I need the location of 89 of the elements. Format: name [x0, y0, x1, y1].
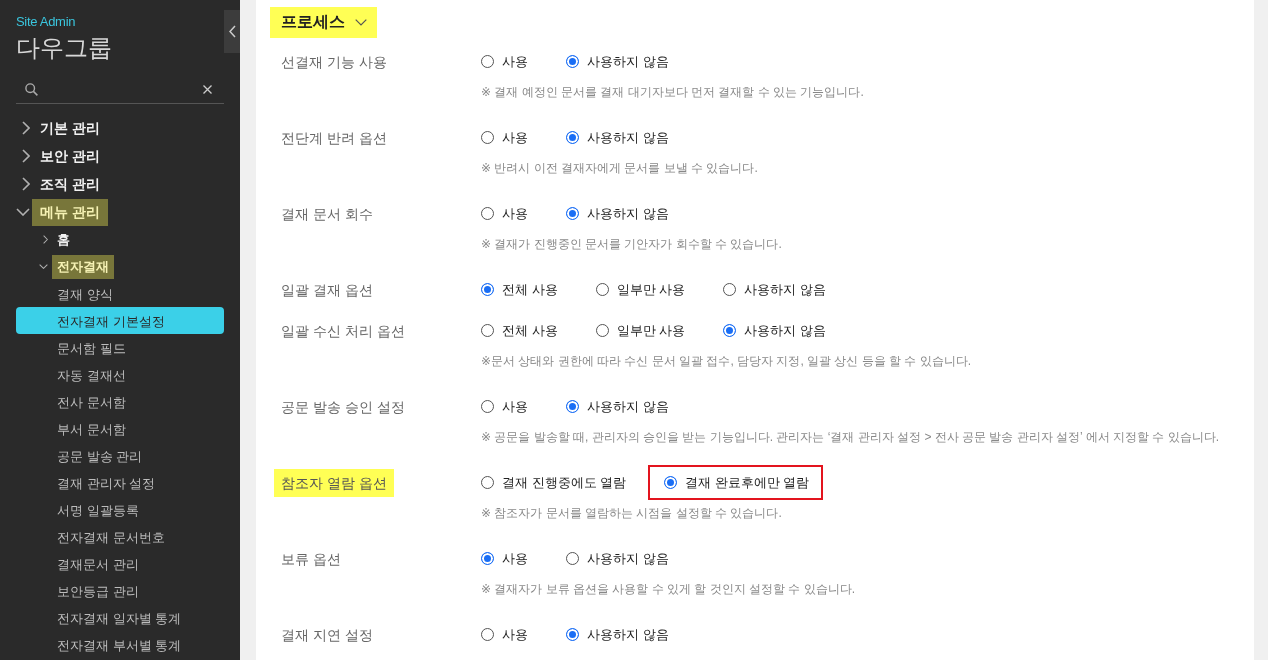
- sidebar-title: 다우그룹: [16, 33, 112, 63]
- radio-icon[interactable]: [595, 324, 609, 337]
- radio-icon[interactable]: [481, 207, 494, 220]
- setting-label: 결재 지연 설정: [280, 625, 374, 645]
- radio-option[interactable]: 전체 사용: [465, 313, 572, 348]
- radio-icon[interactable]: [481, 283, 494, 296]
- tree-item[interactable]: 전사 문서함: [16, 388, 224, 415]
- tree-item[interactable]: 보안 관리: [32, 142, 108, 170]
- radio-icon[interactable]: [595, 283, 609, 296]
- tree-item[interactable]: 공문 발송 관리: [16, 442, 224, 469]
- radio-icon[interactable]: [723, 283, 737, 296]
- section-header[interactable]: 프로세스: [270, 7, 377, 38]
- tree-item[interactable]: 결재 관리자 설정: [16, 469, 224, 496]
- chevron-down-icon[interactable]: [39, 264, 48, 269]
- setting-label: 일괄 수신 처리 옵션: [280, 321, 406, 341]
- radio-option[interactable]: 사용하지 않음: [550, 617, 683, 652]
- radio-option[interactable]: 사용: [465, 389, 542, 424]
- tree-item[interactable]: 문서함 필드: [16, 334, 224, 361]
- chevron-down-icon[interactable]: [16, 208, 30, 216]
- sidebar-subtitle: Site Admin: [16, 14, 76, 30]
- radio-option[interactable]: 사용: [465, 120, 542, 155]
- search-icon[interactable]: [25, 83, 38, 96]
- collapse-button[interactable]: [224, 10, 240, 53]
- tree-item[interactable]: 전자결재 일자별 통계: [16, 604, 224, 631]
- radio-option[interactable]: 사용하지 않음: [707, 313, 840, 348]
- tree-item[interactable]: 전자결재 기본설정: [16, 307, 224, 334]
- radio-option[interactable]: 사용하지 않음: [550, 44, 683, 79]
- tree-item[interactable]: 홈: [52, 227, 75, 252]
- radio-icon[interactable]: [481, 628, 494, 641]
- setting-label: 공문 발송 승인 설정: [280, 397, 406, 417]
- radio-option[interactable]: 사용하지 않음: [550, 541, 683, 576]
- radio-option[interactable]: 일부만 사용: [579, 313, 700, 348]
- chevron-right-icon[interactable]: [43, 235, 48, 244]
- tree-item[interactable]: 전자결재 부서별 통계: [16, 631, 224, 658]
- help-note: ※ 결재자가 보류 옵션을 사용할 수 있게 할 것인지 설정할 수 있습니다.: [481, 581, 857, 598]
- radio-icon[interactable]: [566, 55, 579, 68]
- chevron-left-icon: [228, 25, 236, 38]
- chevron-right-icon[interactable]: [22, 177, 30, 191]
- radio-option[interactable]: 사용: [465, 541, 542, 576]
- help-note: ※ 결재 예정인 문서를 결재 대기자보다 먼저 결재할 수 있는 기능입니다.: [481, 84, 865, 101]
- chevron-right-icon[interactable]: [22, 121, 30, 135]
- radio-icon[interactable]: [566, 207, 579, 220]
- tree-item[interactable]: 전자결재 문서번호: [16, 523, 224, 550]
- radio-icon[interactable]: [723, 324, 737, 337]
- radio-icon[interactable]: [481, 131, 494, 144]
- radio-icon[interactable]: [664, 476, 678, 489]
- radio-icon[interactable]: [481, 552, 494, 565]
- tree-item[interactable]: 조직 관리: [32, 170, 108, 198]
- tree-item[interactable]: 서명 일괄등록: [16, 496, 224, 523]
- radio-option[interactable]: 결재 진행중에도 열람: [465, 465, 641, 500]
- radio-option[interactable]: 사용하지 않음: [550, 389, 683, 424]
- radio-option[interactable]: 사용: [465, 44, 542, 79]
- tree-item[interactable]: 메뉴 관리: [32, 198, 108, 226]
- radio-icon[interactable]: [481, 476, 494, 489]
- help-note: ※ 공문을 발송할 때, 관리자의 승인을 받는 기능입니다. 관리자는 ‘결재 관리자 설정 > 전사 공문 발송 관리자 설정’ 에서 지정할 수 있습니다.: [481, 429, 1220, 446]
- radio-icon[interactable]: [481, 400, 494, 413]
- radio-icon[interactable]: [566, 400, 579, 413]
- tree-item[interactable]: 자동 결재선: [16, 361, 224, 388]
- setting-label: 일괄 결재 옵션: [280, 280, 374, 300]
- help-note: ※ 참조자가 문서를 열람하는 시점을 설정할 수 있습니다.: [481, 505, 783, 522]
- radio-option[interactable]: 전체 사용: [465, 272, 572, 307]
- radio-icon[interactable]: [566, 552, 579, 565]
- radio-option[interactable]: 결재 완료후에만 열람: [648, 465, 824, 500]
- tree-item[interactable]: 보안등급 관리: [16, 577, 224, 604]
- setting-label: 전단계 반려 옵션: [280, 128, 388, 148]
- tree-item[interactable]: 전자결재: [52, 254, 114, 279]
- radio-option[interactable]: 일부만 사용: [579, 272, 700, 307]
- tree-item[interactable]: 결재문서 관리: [16, 550, 224, 577]
- help-note: ※ 결재가 진행중인 문서를 기안자가 회수할 수 있습니다.: [481, 236, 783, 253]
- setting-label: 선결재 기능 사용: [280, 52, 388, 72]
- radio-option[interactable]: 사용: [465, 617, 542, 652]
- radio-icon[interactable]: [481, 55, 494, 68]
- radio-option[interactable]: 사용하지 않음: [550, 196, 683, 231]
- radio-option[interactable]: 사용하지 않음: [550, 120, 683, 155]
- radio-icon[interactable]: [481, 324, 494, 337]
- tree-item[interactable]: 부서 문서함: [16, 415, 224, 442]
- setting-label: 참조자 열람 옵션: [274, 468, 394, 497]
- chevron-right-icon[interactable]: [22, 149, 30, 163]
- tree-item[interactable]: 결재 양식: [16, 280, 224, 307]
- radio-icon[interactable]: [566, 131, 579, 144]
- radio-icon[interactable]: [566, 628, 579, 641]
- help-note: ※ 반려시 이전 결재자에게 문서를 보낼 수 있습니다.: [481, 160, 759, 177]
- tree-item[interactable]: 기본 관리: [32, 114, 108, 142]
- setting-label: 보류 옵션: [280, 549, 342, 569]
- radio-option[interactable]: 사용하지 않음: [707, 272, 840, 307]
- help-note: ※문서 상태와 권한에 따라 수신 문서 일괄 접수, 담당자 지정, 일괄 상신 등을 할 수 있습니다.: [481, 353, 973, 370]
- setting-label: 결재 문서 회수: [280, 204, 374, 224]
- radio-option[interactable]: 사용: [465, 196, 542, 231]
- close-icon[interactable]: [203, 85, 212, 94]
